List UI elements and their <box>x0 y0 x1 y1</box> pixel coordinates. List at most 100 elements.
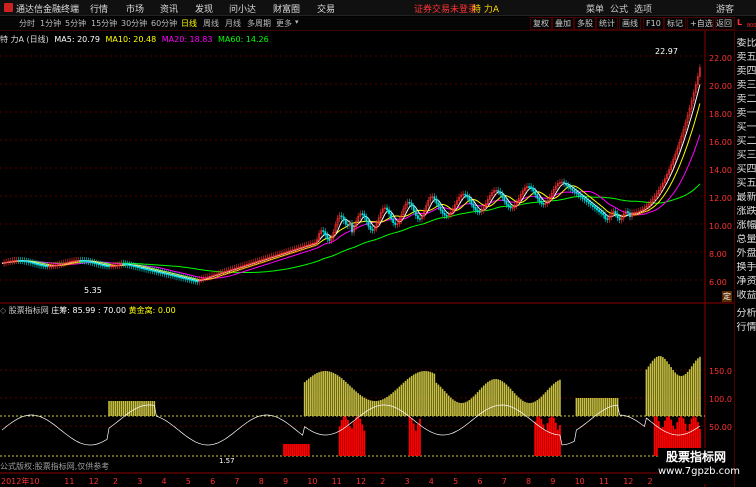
indicator-red-bar <box>559 425 561 456</box>
date-label: 11 <box>64 477 74 486</box>
indicator-bar <box>351 387 353 416</box>
date-label: 2 <box>648 477 653 486</box>
indicator-red-bar <box>289 444 292 456</box>
candle-body <box>342 216 345 221</box>
candle-body <box>25 260 28 263</box>
candle-body <box>628 212 631 217</box>
indicator-bar <box>345 381 347 416</box>
candle-body <box>390 213 393 219</box>
candle-body <box>536 194 539 199</box>
indicator-bar <box>499 380 502 416</box>
indicator-bar <box>697 358 699 416</box>
indicator-bar <box>359 394 362 416</box>
corner-lock-label[interactable]: 定 <box>722 291 732 302</box>
indicator-bar <box>431 372 434 416</box>
candle-body <box>91 261 94 264</box>
indicator-bar <box>443 391 446 416</box>
max-price-label: 22.97 <box>655 47 678 56</box>
candle-body <box>593 206 596 209</box>
tab-quotes[interactable]: 行情 <box>736 322 756 334</box>
candle-body <box>190 279 193 281</box>
candle-body <box>163 272 166 275</box>
candle-body <box>618 217 621 221</box>
candle-body <box>126 264 129 266</box>
indicator-bar <box>655 356 658 416</box>
price-tick: 6.00 <box>709 278 727 287</box>
indicator-red-bar <box>359 418 362 456</box>
sidebar-item-sell4[interactable]: 卖四 <box>736 66 756 78</box>
indicator-bar <box>466 401 469 416</box>
indicator-red-bar <box>291 444 294 456</box>
candle-body <box>361 213 364 215</box>
sidebar-item-outer[interactable]: 外盘 <box>736 248 756 260</box>
sidebar-item-buy1[interactable]: 买一 <box>736 122 756 134</box>
sidebar-item-turnover[interactable]: 换手 <box>736 262 756 274</box>
sidebar-item-sell2[interactable]: 卖二 <box>736 94 756 106</box>
indicator-bar <box>143 401 145 416</box>
indicator-bar <box>474 394 477 416</box>
sidebar-item-sell5[interactable]: 卖五 <box>736 52 756 64</box>
candle-body <box>103 265 106 267</box>
tab-analysis[interactable]: 分析 <box>736 308 756 320</box>
candle-body <box>128 264 131 267</box>
candle-body <box>136 266 139 269</box>
candle-body <box>365 216 368 222</box>
sidebar-item-volume[interactable]: 总量 <box>736 234 756 246</box>
indicator-red-bar <box>297 444 300 456</box>
kline-chart-area[interactable]: 22.00 20.00 18.00 16.00 14.00 12.00 10.0… <box>0 0 756 487</box>
candle-body <box>571 188 574 191</box>
sidebar-item-change-pct[interactable]: 涨幅 <box>736 220 756 232</box>
sidebar-item-buy3[interactable]: 买三 <box>736 150 756 162</box>
date-label: 12 <box>623 477 633 486</box>
sidebar-item-weibi[interactable]: 委比 <box>736 38 756 50</box>
sidebar-item-change[interactable]: 涨跌 <box>736 206 756 218</box>
indicator-bar <box>596 398 598 416</box>
sidebar-item-sell3[interactable]: 卖三 <box>736 80 756 92</box>
sidebar-item-netasset[interactable]: 净资 <box>736 276 756 288</box>
indicator-bar <box>314 374 316 416</box>
indicator-tick: 50.00 <box>709 423 732 432</box>
sidebar-item-latest[interactable]: 最新 <box>736 192 756 204</box>
indicator-bar <box>579 398 582 416</box>
indicator-bar <box>538 398 541 416</box>
candle-body <box>340 215 343 218</box>
indicator-bar <box>355 391 357 416</box>
candle-body <box>445 214 448 217</box>
indicator-chart <box>1 356 701 456</box>
candle-body <box>600 211 603 214</box>
ma-line <box>1 183 701 273</box>
candle-body <box>503 197 506 202</box>
indicator-red-bar <box>552 417 555 456</box>
indicator-bar <box>678 375 681 416</box>
candle-body <box>161 272 164 274</box>
sidebar-item-buy5[interactable]: 买五 <box>736 178 756 190</box>
candle-body <box>194 280 197 282</box>
indicator-settings-icon[interactable]: ◇ <box>0 306 6 315</box>
sidebar-item-buy2[interactable]: 买二 <box>736 136 756 148</box>
indicator-red-bar <box>653 416 656 456</box>
indicator-bar <box>392 392 394 416</box>
candle-body <box>569 186 572 189</box>
indicator-bar <box>688 369 691 416</box>
indicator-bar <box>151 401 154 416</box>
indicator-bar <box>307 378 310 416</box>
candle-body <box>414 210 417 216</box>
candle-body <box>464 193 467 196</box>
indicator-bar <box>322 371 324 416</box>
indicator-bar <box>657 356 660 416</box>
indicator-bar <box>120 401 123 416</box>
indicator-bar <box>662 357 664 416</box>
indicator-red-bar <box>301 444 304 456</box>
sidebar-item-buy4[interactable]: 买四 <box>736 164 756 176</box>
indicator-bar <box>118 401 121 416</box>
sidebar-item-earnings[interactable]: 收益 <box>736 290 756 302</box>
candle-body <box>155 270 158 273</box>
candle-body <box>468 196 471 201</box>
candle-body <box>505 200 508 205</box>
ma-line <box>1 84 701 282</box>
candle-body <box>565 183 568 186</box>
sidebar-item-sell1[interactable]: 卖一 <box>736 108 756 120</box>
indicator-bar <box>507 386 510 416</box>
indicator-bar <box>462 402 464 416</box>
candle-body <box>538 197 541 202</box>
